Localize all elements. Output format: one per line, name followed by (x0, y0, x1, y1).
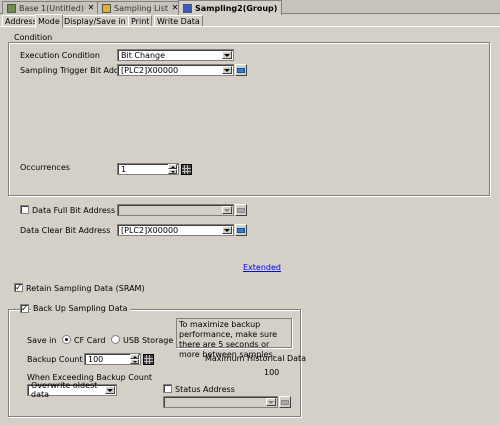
document-tab-strip: Base 1(Untitled) ✕ Sampling List ✕ Sampl… (0, 0, 500, 15)
condition-group-title: Condition (12, 33, 55, 42)
backup-note: To maximize backup performance, make sur… (176, 318, 292, 359)
screen-icon (7, 3, 16, 13)
occurrences-value: 1 (121, 164, 127, 174)
sampling-group-icon (183, 3, 192, 13)
calculator-icon[interactable] (143, 354, 154, 365)
usb-storage-label: USB Storage (123, 336, 174, 345)
execution-condition-select[interactable]: Bit Change (117, 49, 234, 61)
arrow-down-icon (170, 170, 175, 173)
backup-count-value: 100 (88, 354, 104, 364)
doc-tab-label: Sampling List (114, 3, 168, 13)
status-address-label: Status Address (175, 385, 235, 394)
data-full-checkbox[interactable] (20, 205, 29, 214)
chevron-down-icon[interactable] (105, 386, 115, 394)
calculator-icon[interactable] (181, 164, 192, 175)
cf-card-label: CF Card (74, 336, 106, 345)
arrow-up-icon (170, 165, 175, 168)
doc-tab-label: Base 1(Untitled) (19, 3, 84, 13)
chevron-down-icon[interactable] (222, 226, 232, 234)
arrow-down-icon (132, 360, 137, 363)
execution-condition-label: Execution Condition (20, 51, 100, 60)
close-icon[interactable]: ✕ (87, 4, 95, 12)
doc-tab-label: Sampling2(Group) (195, 3, 278, 13)
save-in-label: Save in (27, 336, 57, 345)
usb-storage-radio[interactable] (111, 335, 120, 344)
retain-sampling-label: Retain Sampling Data (SRAM) (26, 284, 145, 293)
backup-sampling-label: Back Up Sampling Data (31, 304, 130, 313)
arrow-up-icon (132, 355, 137, 358)
data-full-address-select[interactable] (117, 204, 234, 216)
trigger-keypad-button[interactable] (235, 64, 247, 76)
keypad-icon (281, 399, 289, 405)
data-clear-label: Data Clear Bit Address (20, 226, 111, 235)
trigger-bit-address-select[interactable]: [PLC2]X00000 (117, 64, 234, 76)
execution-condition-value: Bit Change (121, 50, 166, 60)
data-clear-keypad-button[interactable] (235, 224, 247, 236)
chevron-down-icon[interactable] (222, 66, 232, 74)
retain-sampling-checkbox[interactable]: ✓ (14, 283, 23, 292)
chevron-down-icon[interactable] (222, 51, 232, 59)
data-full-keypad-button[interactable] (235, 204, 247, 216)
doc-tab-base[interactable]: Base 1(Untitled) ✕ (2, 1, 100, 14)
spin-buttons[interactable] (130, 354, 139, 364)
doc-tab-sampling-list[interactable]: Sampling List ✕ (97, 1, 184, 14)
backup-count-stepper[interactable]: 100 (84, 353, 141, 365)
spin-buttons[interactable] (168, 164, 177, 174)
data-clear-address-select[interactable]: [PLC2]X00000 (117, 224, 234, 236)
chevron-down-icon[interactable] (266, 398, 276, 406)
backup-count-label: Backup Count (27, 355, 83, 364)
tab-mode[interactable]: Mode (35, 14, 63, 28)
chevron-down-icon[interactable] (222, 206, 232, 214)
keypad-icon (237, 227, 245, 233)
status-address-select[interactable] (163, 396, 278, 408)
cf-card-radio[interactable] (62, 335, 71, 344)
backup-sampling-checkbox[interactable]: ✓ (20, 304, 29, 313)
max-historical-data-label: Maximum Historical Data (205, 354, 307, 363)
data-clear-address-value: [PLC2]X00000 (121, 225, 179, 235)
keypad-icon (237, 67, 245, 73)
keypad-icon (237, 207, 245, 213)
max-historical-data-value: 100 (264, 368, 280, 377)
data-full-label: Data Full Bit Address (32, 206, 116, 215)
sampling-list-icon (102, 3, 111, 13)
mode-panel: Condition Execution Condition Bit Change… (0, 26, 500, 425)
extended-link[interactable]: Extended (243, 263, 281, 272)
status-address-checkbox[interactable] (163, 384, 172, 393)
exceeding-count-select[interactable]: Overwrite oldest data (27, 381, 117, 399)
trigger-bit-address-value: [PLC2]X00000 (121, 65, 179, 75)
occurrences-label: Occurrences (20, 163, 70, 172)
status-address-keypad-button[interactable] (279, 396, 291, 408)
exceeding-count-value: Overwrite oldest data (31, 381, 98, 399)
doc-tab-sampling2-group[interactable]: Sampling2(Group) (178, 0, 283, 15)
occurrences-stepper[interactable]: 1 (117, 163, 179, 175)
